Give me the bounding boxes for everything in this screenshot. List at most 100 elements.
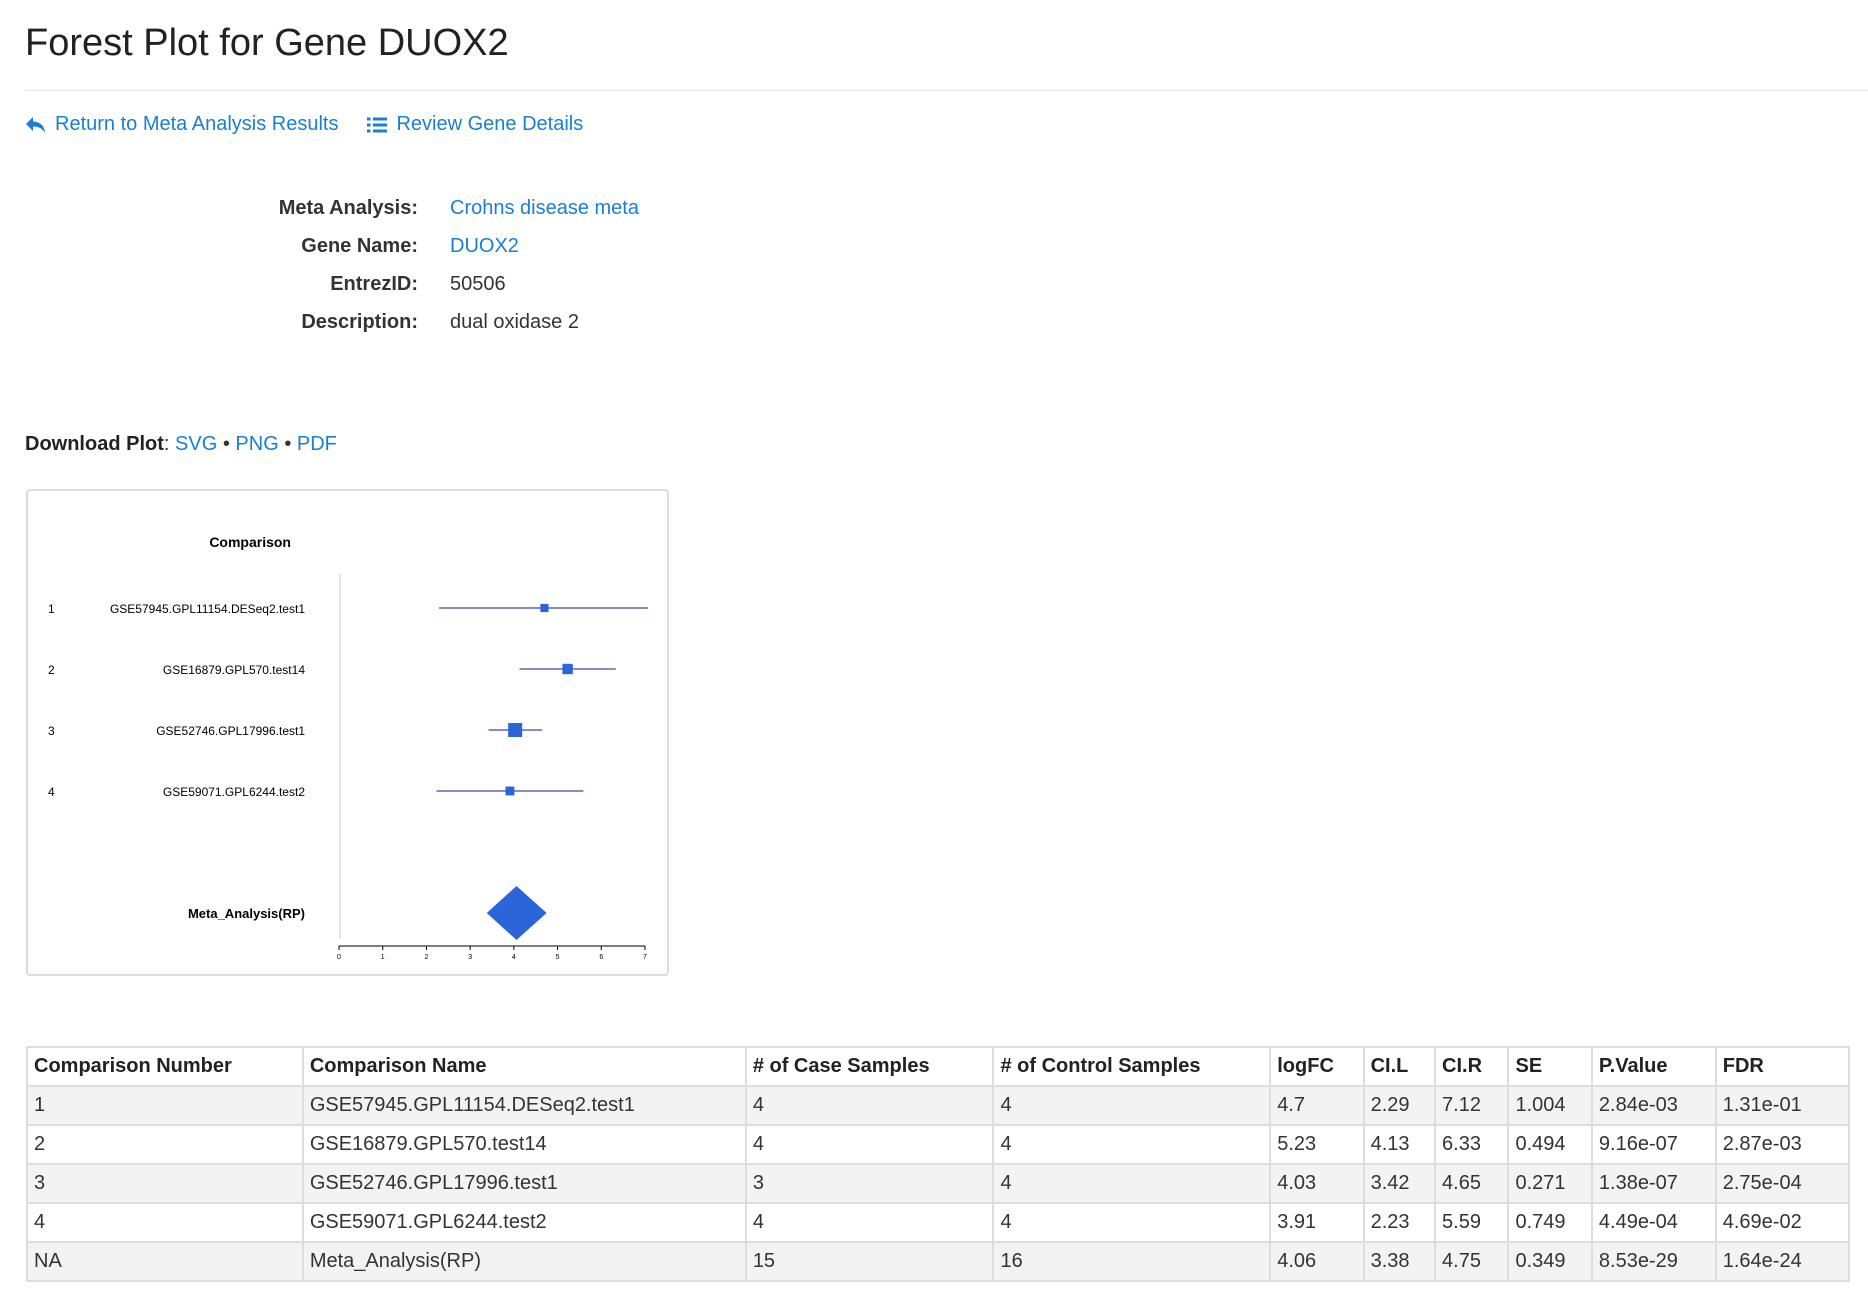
x-tick-label: 4	[512, 954, 516, 961]
table-cell: NA	[26, 1241, 304, 1282]
table-cell: 1.38e-07	[1590, 1163, 1717, 1204]
forest-header: Comparison	[209, 534, 291, 550]
page-title: Forest Plot for Gene DUOX2	[25, 22, 509, 64]
table-row: 1 GSE57945.GPL11154.DESeq2.test1 4 4 4.7 2.29…	[26, 1085, 1851, 1126]
table-cell: 4.69e-02	[1714, 1202, 1851, 1243]
study-label: GSE57945.GPL11154.DESeq2.test1	[110, 602, 305, 616]
table-cell: 4.7	[1269, 1085, 1365, 1126]
table-cell: 4	[744, 1202, 995, 1243]
table-row: 2 GSE16879.GPL570.test14 4 4 5.23 4.13 6.33 0.4…	[26, 1124, 1851, 1165]
column-header: # of Control Samples	[992, 1046, 1272, 1087]
results-table: Comparison Number Comparison Name # of Cas…	[26, 1046, 1851, 1282]
table-cell: GSE52746.GPL17996.test1	[301, 1163, 747, 1204]
x-tick-label: 7	[643, 954, 647, 961]
review-gene-details-link[interactable]: Review Gene Details	[366, 113, 583, 136]
table-cell: 2.23	[1362, 1202, 1437, 1243]
reply-arrow-icon	[25, 116, 47, 134]
study-label: GSE52746.GPL17996.test1	[156, 724, 305, 738]
gene-name-link[interactable]: DUOX2	[450, 235, 519, 257]
table-cell: 3	[26, 1163, 304, 1204]
table-cell: 2.87e-03	[1714, 1124, 1851, 1165]
table-cell: 4	[992, 1163, 1272, 1204]
table-cell: 0.749	[1507, 1202, 1593, 1243]
forest-plot: Comparison 1 GSE57945.GPL11154.DESeq2.test…	[26, 489, 669, 976]
point-estimate	[540, 603, 549, 613]
table-cell: 3.91	[1269, 1202, 1365, 1243]
x-tick-label: 6	[599, 954, 603, 961]
table-row: 4 GSE59071.GPL6244.test2 4 4 3.91 2.23 5.59 0.7…	[26, 1202, 1851, 1243]
review-link-label: Review Gene Details	[396, 113, 584, 135]
gene-info: Meta Analysis: Crohns disease meta Gene …	[200, 189, 639, 341]
column-header: SE	[1507, 1046, 1593, 1087]
table-cell: 3	[744, 1163, 995, 1204]
table-cell: 2.29	[1362, 1085, 1437, 1126]
table-cell: 2.75e-04	[1714, 1163, 1851, 1204]
study-number: 2	[48, 663, 55, 677]
table-cell: 0.271	[1507, 1163, 1593, 1204]
column-header: FDR	[1714, 1046, 1851, 1087]
x-tick-label: 2	[424, 954, 428, 961]
title-divider	[25, 90, 1868, 91]
table-cell: 1.64e-24	[1714, 1241, 1851, 1282]
table-cell: 3.38	[1362, 1241, 1437, 1282]
table-cell: 0.349	[1507, 1241, 1593, 1282]
table-cell: 4	[992, 1202, 1272, 1243]
table-cell: 5.23	[1269, 1124, 1365, 1165]
table-cell: 4.65	[1434, 1163, 1510, 1204]
table-cell: 1.004	[1507, 1085, 1593, 1126]
table-body: 1 GSE57945.GPL11154.DESeq2.test1 4 4 4.7 2.29…	[26, 1085, 1851, 1282]
table-cell: 6.33	[1434, 1124, 1510, 1165]
table-cell: 4.75	[1434, 1241, 1510, 1282]
study-number: 1	[48, 602, 55, 616]
download-png-link[interactable]: PNG	[235, 433, 278, 455]
table-cell: 4	[992, 1124, 1272, 1165]
column-header: CI.R	[1434, 1046, 1510, 1087]
table-row: 3 GSE52746.GPL17996.test1 3 4 4.03 3.42 4.65 0.…	[26, 1163, 1851, 1204]
download-plot: Download Plot: SVG • PNG • PDF	[25, 433, 337, 456]
table-cell: 15	[744, 1241, 995, 1282]
table-cell: 5.59	[1434, 1202, 1510, 1243]
gene-name-label: Gene Name:	[301, 234, 418, 257]
table-cell: 4	[744, 1085, 995, 1126]
study-number: 3	[48, 724, 55, 738]
x-tick-label: 0	[337, 954, 341, 961]
column-header: CI.L	[1362, 1046, 1437, 1087]
meta-analysis-label: Meta Analysis:	[278, 196, 418, 219]
download-pdf-link[interactable]: PDF	[297, 433, 337, 455]
description-value: dual oxidase 2	[450, 310, 579, 333]
table-header-row: Comparison Number Comparison Name # of Cas…	[26, 1046, 1851, 1087]
point-estimate	[505, 786, 515, 796]
table-row: NA Meta_Analysis(RP) 15 16 4.06 3.38 4.75 0.349…	[26, 1241, 1851, 1282]
table-cell: 4	[744, 1124, 995, 1165]
table-cell: 4.49e-04	[1590, 1202, 1717, 1243]
column-header: Comparison Name	[301, 1046, 747, 1087]
list-icon	[366, 116, 388, 134]
table-cell: 8.53e-29	[1590, 1241, 1717, 1282]
table-cell: 4.13	[1362, 1124, 1437, 1165]
table-cell: Meta_Analysis(RP)	[301, 1241, 747, 1282]
table-cell: 9.16e-07	[1590, 1124, 1717, 1165]
download-label: Download Plot	[25, 433, 164, 455]
x-tick-label: 5	[556, 954, 560, 961]
table-cell: 2.84e-03	[1590, 1085, 1717, 1126]
x-tick-label: 1	[381, 954, 385, 961]
table-cell: 16	[992, 1241, 1272, 1282]
study-label: GSE59071.GPL6244.test2	[163, 785, 305, 799]
table-cell: 7.12	[1434, 1085, 1510, 1126]
forest-plot-svg: Comparison 1 GSE57945.GPL11154.DESeq2.test…	[48, 534, 648, 961]
study-number: 4	[48, 785, 55, 799]
return-link-label: Return to Meta Analysis Results	[55, 113, 339, 135]
meta-analysis-link[interactable]: Crohns disease meta	[450, 197, 639, 219]
table-cell: 4	[992, 1085, 1272, 1126]
download-svg-link[interactable]: SVG	[175, 433, 217, 455]
return-to-results-link[interactable]: Return to Meta Analysis Results	[25, 113, 338, 136]
table-cell: 4.06	[1269, 1241, 1365, 1282]
column-header: # of Case Samples	[744, 1046, 995, 1087]
column-header: Comparison Number	[26, 1046, 304, 1087]
table-cell: 2	[26, 1124, 304, 1165]
nav-links: Return to Meta Analysis Results Review G…	[25, 113, 583, 136]
table-cell: 3.42	[1362, 1163, 1437, 1204]
table-cell: GSE16879.GPL570.test14	[301, 1124, 747, 1165]
separator: •	[284, 433, 292, 455]
entrez-value: 50506	[450, 272, 506, 295]
